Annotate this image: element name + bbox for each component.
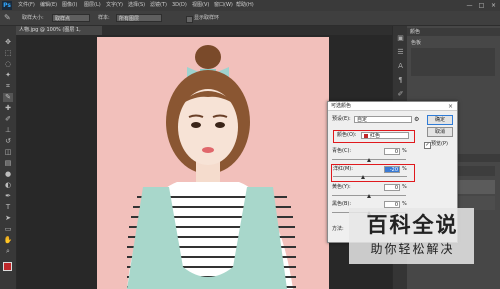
ok-button[interactable]: 确定 — [427, 115, 453, 125]
paragraph-panel-icon[interactable]: ¶ — [396, 76, 405, 84]
zoom-tool-icon[interactable]: ⌕ — [3, 247, 13, 256]
dodge-tool-icon[interactable]: ◐ — [3, 181, 13, 190]
magenta-label: 洋红(M): — [333, 166, 353, 172]
photo-canvas[interactable] — [97, 37, 329, 289]
cyan-label: 青色(C): — [332, 148, 352, 154]
watermark-subtitle: 助你轻松解决 — [370, 242, 455, 256]
colors-select[interactable]: 红色 — [361, 132, 409, 139]
show-ring-checkbox[interactable] — [186, 16, 193, 23]
photoshop-logo: Ps — [2, 1, 12, 10]
red-swatch — [364, 134, 368, 138]
black-label: 黑色(B): — [332, 201, 352, 207]
show-ring-label: 显示取样环 — [194, 15, 220, 21]
swatches-label: 色板 — [411, 40, 422, 46]
blur-tool-icon[interactable]: ● — [3, 170, 13, 179]
menu-window[interactable]: 窗口(W) — [214, 0, 233, 11]
lasso-tool-icon[interactable]: ◌ — [3, 60, 13, 69]
magenta-percent: % — [402, 166, 407, 172]
sample-size-label: 取样大小: — [22, 15, 44, 21]
path-selection-tool-icon[interactable]: ➤ — [3, 214, 13, 223]
menu-image[interactable]: 图像(I) — [62, 0, 77, 11]
document-tab-bar: 人物.jpg @ 100% (图层 1, RGB/8#) * — [16, 26, 392, 42]
preview-label: 预览(P) — [431, 141, 448, 147]
menu-edit[interactable]: 编辑(E) — [40, 0, 57, 11]
history-panel-icon[interactable]: ▣ — [396, 34, 405, 42]
options-bar: ✎ 取样大小: 取样点 样本: 所有图层 显示取样环 — [0, 11, 500, 26]
magenta-slider-thumb[interactable] — [361, 175, 365, 179]
crop-tool-icon[interactable]: ⌗ — [3, 82, 13, 91]
colors-value: 红色 — [370, 133, 381, 139]
menu-file[interactable]: 文件(F) — [18, 0, 35, 11]
sample-label: 样本: — [98, 15, 110, 21]
yellow-label: 黄色(Y): — [332, 184, 351, 190]
menu-view[interactable]: 视图(V) — [192, 0, 209, 11]
magenta-input[interactable]: -20 — [384, 166, 400, 173]
cyan-input[interactable]: 0 — [384, 148, 400, 155]
cyan-slider-thumb[interactable] — [367, 158, 371, 162]
pen-tool-icon[interactable]: ✒ — [3, 192, 13, 201]
type-tool-icon[interactable]: T — [3, 203, 13, 212]
character-panel-icon[interactable]: A — [396, 62, 405, 70]
history-brush-tool-icon[interactable]: ↺ — [3, 137, 13, 146]
close-button[interactable]: × — [488, 0, 499, 11]
brush-panel-icon[interactable]: ✐ — [396, 90, 405, 98]
tools-panel: ✥ ⬚ ◌ ✦ ⌗ ✎ ✚ ✐ ⊥ ↺ ◫ ▤ ● ◐ ✒ T ➤ ▭ ✋ ⌕ — [0, 26, 17, 289]
eyedropper-tool-icon[interactable]: ✎ — [3, 93, 13, 102]
eyedropper-icon[interactable]: ✎ — [4, 11, 11, 25]
menu-select[interactable]: 选择(S) — [128, 0, 145, 11]
yellow-slider-thumb[interactable] — [367, 194, 371, 198]
clone-stamp-tool-icon[interactable]: ⊥ — [3, 126, 13, 135]
dialog-title[interactable]: 可选颜色 — [328, 102, 457, 111]
magenta-slider[interactable] — [333, 176, 407, 177]
colors-label: 颜色(O): — [337, 132, 357, 138]
sample-size-select[interactable]: 取样点 — [52, 14, 90, 22]
dialog-close-icon[interactable]: × — [448, 102, 453, 111]
menu-bar: Ps 文件(F) 编辑(E) 图像(I) 图层(L) 文字(Y) 选择(S) 滤… — [0, 0, 500, 11]
magic-wand-tool-icon[interactable]: ✦ — [3, 71, 13, 80]
cyan-percent: % — [402, 148, 407, 154]
black-percent: % — [402, 201, 407, 207]
portrait-image — [127, 45, 296, 289]
shape-tool-icon[interactable]: ▭ — [3, 225, 13, 234]
cancel-button[interactable]: 取消 — [427, 127, 453, 137]
menu-help[interactable]: 帮助(H) — [236, 0, 254, 11]
color-panel-body[interactable] — [411, 48, 495, 76]
document-tab[interactable]: 人物.jpg @ 100% (图层 1, RGB/8#) * — [16, 26, 102, 42]
menu-3d[interactable]: 3D(D) — [172, 0, 187, 11]
black-input[interactable]: 0 — [384, 201, 400, 208]
marquee-tool-icon[interactable]: ⬚ — [3, 49, 13, 58]
eraser-tool-icon[interactable]: ◫ — [3, 148, 13, 157]
menu-layer[interactable]: 图层(L) — [84, 0, 101, 11]
menu-type[interactable]: 文字(Y) — [106, 0, 123, 11]
brush-tool-icon[interactable]: ✐ — [3, 115, 13, 124]
hand-tool-icon[interactable]: ✋ — [3, 236, 13, 245]
menu-filter[interactable]: 滤镜(T) — [150, 0, 167, 11]
sample-select[interactable]: 所有图层 — [116, 14, 162, 22]
color-panel-tab[interactable]: 颜色 — [407, 28, 500, 36]
preset-select[interactable]: 自定 — [354, 116, 412, 123]
preset-options-icon[interactable]: ⚙ — [414, 116, 419, 123]
move-tool-icon[interactable]: ✥ — [3, 38, 13, 47]
yellow-percent: % — [402, 184, 407, 190]
maximize-button[interactable]: □ — [476, 0, 487, 11]
foreground-color-swatch[interactable] — [3, 262, 12, 271]
preset-label: 预设(E): — [332, 116, 351, 122]
method-label: 方法: — [332, 226, 344, 232]
gradient-tool-icon[interactable]: ▤ — [3, 159, 13, 168]
preview-checkbox[interactable]: ✓ — [424, 142, 431, 149]
properties-panel-icon[interactable]: ☰ — [396, 48, 405, 56]
healing-brush-tool-icon[interactable]: ✚ — [3, 104, 13, 113]
minimize-button[interactable]: — — [464, 0, 475, 11]
watermark: 百科全说 助你轻松解决 — [349, 208, 474, 264]
watermark-title: 百科全说 — [366, 213, 459, 237]
yellow-input[interactable]: 0 — [384, 184, 400, 191]
